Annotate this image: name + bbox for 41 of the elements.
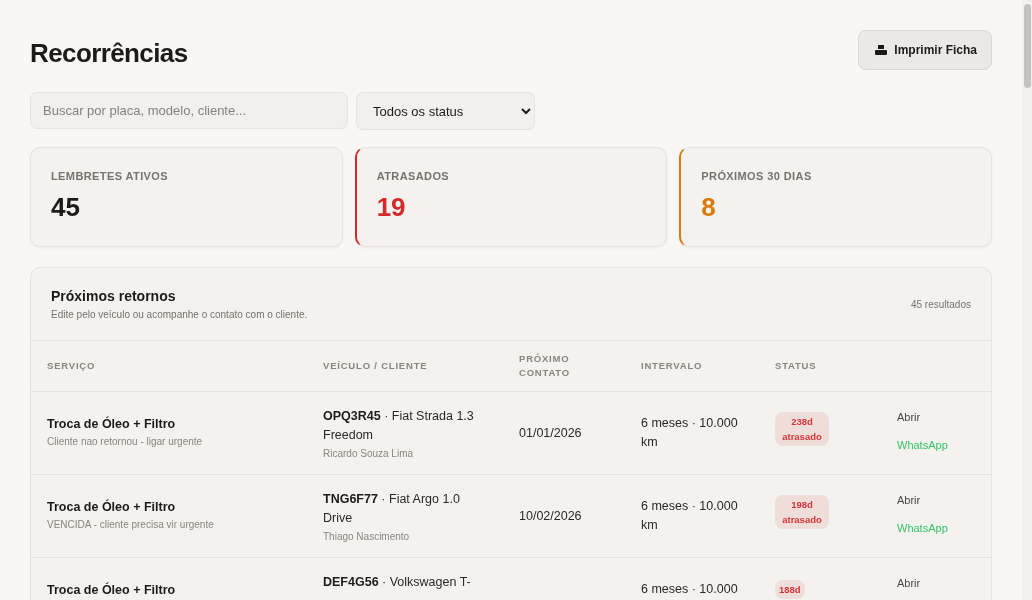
column-header: VEÍCULO / CLIENTE: [323, 359, 428, 373]
section-subtitle: Edite pelo veículo ou acompanhe o contato com o cliente.: [51, 309, 308, 320]
stat-value: 19: [376, 192, 407, 223]
section-title: Próximos retornos: [51, 288, 177, 304]
service-name: Troca de Óleo + Filtro: [47, 500, 177, 514]
vehicle-text: DEF4G56 · Volkswagen T-: [323, 574, 472, 591]
client-name: Ricardo Souza Lima: [323, 448, 415, 459]
column-header: SERVIÇO: [47, 359, 96, 373]
status-badge: 188d: [775, 580, 805, 599]
interval-text: 6 meses · 10.000: [641, 581, 739, 598]
interval-text: 6 meses · 10.000 km: [641, 415, 739, 451]
printer-icon: [875, 45, 888, 55]
client-name: Thiago Nascimento: [323, 531, 411, 542]
print-button[interactable]: Imprimir Ficha: [858, 30, 992, 70]
column-header: PRÓXIMO CONTATO: [519, 352, 571, 380]
stat-value: 8: [701, 192, 717, 223]
contact-date: 01/01/2026: [519, 426, 583, 440]
service-note: Cliente nao retornou - ligar urgente: [47, 436, 204, 447]
scrollbar-thumb[interactable]: [1024, 4, 1031, 88]
open-link[interactable]: Abrir: [897, 577, 991, 589]
service-name: Troca de Óleo + Filtro: [47, 583, 177, 597]
status-badge: 198d atrasado: [775, 495, 829, 529]
column-header: STATUS: [775, 359, 817, 373]
open-link[interactable]: Abrir: [897, 494, 991, 506]
service-note: VENCIDA - cliente precisa vir urgente: [47, 519, 215, 530]
status-badge: 238d atrasado: [775, 412, 829, 446]
interval-text: 6 meses · 10.000 km: [641, 498, 739, 534]
open-link[interactable]: Abrir: [897, 411, 991, 423]
stat-value: 45: [51, 192, 81, 223]
service-name: Troca de Óleo + Filtro: [47, 417, 177, 431]
stat-label: PRÓXIMOS 30 DIAS: [701, 170, 813, 182]
page-title: Recorrências: [30, 38, 188, 69]
stat-label: LEMBRETES ATIVOS: [51, 170, 170, 182]
vehicle-text: OPQ3R45 · Fiat Strada 1.3 Freedom: [323, 408, 475, 444]
vehicle-text: TNG6F77 · Fiat Argo 1.0 Drive: [323, 491, 461, 527]
search-field[interactable]: Buscar por placa, modelo, cliente...: [30, 92, 348, 129]
result-count: 45 resultados: [910, 298, 971, 310]
status-select[interactable]: Todos os status: [356, 92, 535, 130]
column-header: INTERVALO: [641, 359, 703, 373]
contact-date: 10/02/2026: [519, 509, 583, 523]
stat-label: ATRASADOS: [376, 170, 451, 182]
